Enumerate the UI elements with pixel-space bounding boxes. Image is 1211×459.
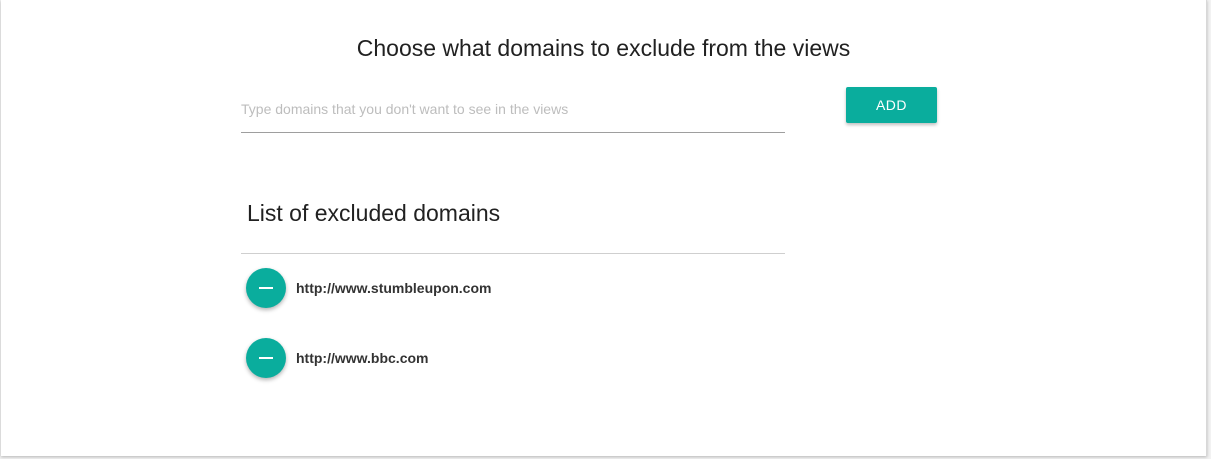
- excluded-list-title: List of excluded domains: [247, 200, 501, 226]
- minus-icon: [259, 357, 273, 359]
- domain-text: http://www.bbc.com: [296, 350, 429, 366]
- remove-domain-button[interactable]: [246, 268, 286, 308]
- domain-input-container: [241, 90, 785, 133]
- minus-icon: [259, 287, 273, 289]
- list-item: http://www.stumbleupon.com: [246, 268, 491, 308]
- add-button[interactable]: ADD: [846, 87, 937, 123]
- domain-input[interactable]: [241, 90, 785, 128]
- domain-text: http://www.stumbleupon.com: [296, 280, 492, 296]
- remove-domain-button[interactable]: [246, 338, 286, 378]
- list-item: http://www.bbc.com: [246, 338, 491, 378]
- exclude-domains-card: Choose what domains to exclude from the …: [1, 0, 1207, 456]
- list-divider: [241, 253, 785, 254]
- excluded-domain-list: http://www.stumbleupon.com http://www.bb…: [246, 268, 491, 408]
- page-title: Choose what domains to exclude from the …: [356, 35, 851, 61]
